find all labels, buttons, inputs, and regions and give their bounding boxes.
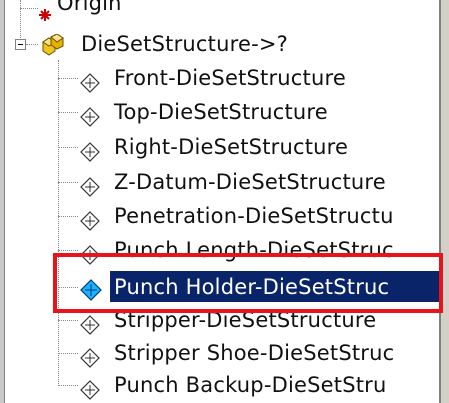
panel-right-scrollbar-edge[interactable]	[439, 0, 449, 403]
tree-item-label: Z-Datum-DieSetStructure	[114, 170, 386, 194]
tree-item-z-datum[interactable]: Z-Datum-DieSetStructure	[0, 165, 440, 199]
tree-item-penetration[interactable]: Penetration-DieSetStructu	[0, 199, 440, 233]
plane-icon	[80, 376, 100, 403]
tree-item-stripper-shoe[interactable]: Stripper Shoe-DieSetStruc	[0, 336, 440, 370]
tree-item-label: Penetration-DieSetStructu	[114, 204, 394, 228]
tree-item-label: Front-DieSetStructure	[114, 66, 346, 90]
tree-item-label: DieSetStructure->?	[81, 32, 289, 56]
tree-item-label: Top-DieSetStructure	[114, 100, 328, 124]
tree-item-right[interactable]: Right-DieSetStructure	[0, 130, 440, 164]
tree-item-label: Origin	[57, 0, 122, 15]
tree-item-punch-backup[interactable]: Punch Backup-DieSetStru	[0, 368, 440, 402]
annotation-highlight-box	[53, 253, 443, 313]
tree-item-label: Stripper Shoe-DieSetStruc	[114, 341, 395, 365]
tree-item-top[interactable]: Top-DieSetStructure	[0, 95, 440, 129]
tree-item-label: Right-DieSetStructure	[114, 135, 349, 159]
tree-item-label: Punch Backup-DieSetStru	[114, 373, 387, 397]
tree-item-origin[interactable]: Origin	[0, 0, 440, 21]
tree-item-diesetstructure[interactable]: DieSetStructure->?	[0, 27, 440, 61]
feature-tree-panel: Origin DieSetStructure->? Front-DieSetSt…	[0, 0, 449, 403]
tree-item-front[interactable]: Front-DieSetStructure	[0, 61, 440, 95]
